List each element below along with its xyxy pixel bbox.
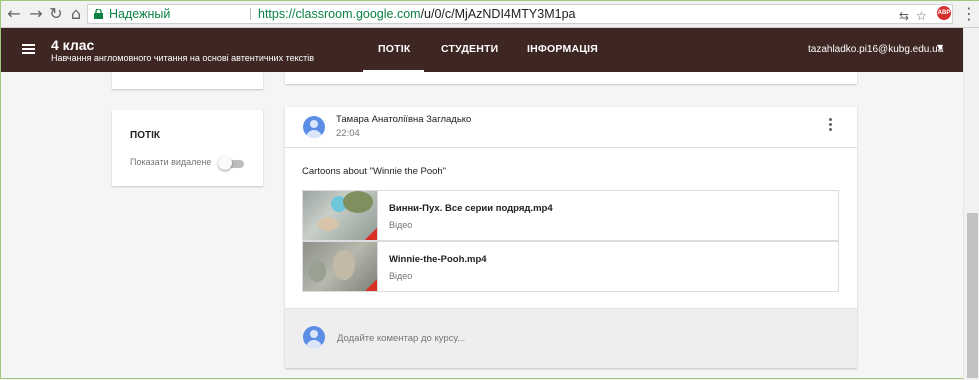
attachment-type: Відео [389,220,413,230]
class-subtitle: Навчання англомовного читання на основі … [51,53,315,63]
secure-label: Надежный [109,7,171,21]
show-deleted-toggle[interactable] [218,156,246,170]
class-comment-input[interactable]: Додайте коментар до курсу... [337,333,465,344]
address-bar[interactable]: Надежный https://classroom.google.com/u/… [87,4,953,24]
url-text[interactable]: https://classroom.google.com/u/0/c/MjAzN… [258,5,576,23]
browser-menu-icon[interactable]: ⋮ [961,5,977,23]
attachment-type: Відео [389,271,413,281]
video-badge-icon [365,279,377,291]
browser-toolbar: ← → ↻ ⌂ Надежный https://classroom.googl… [1,1,979,28]
post-author: Тамара Анатоліївна Загладько [336,114,472,125]
hamburger-menu-icon[interactable] [22,44,35,54]
omnibox-divider [250,8,251,20]
app-header: 4 клас Навчання англомовного читання на … [1,28,963,73]
bookmark-star-icon[interactable]: ☆ [916,7,927,25]
forward-icon[interactable]: → [27,5,45,23]
post-text: Cartoons about "Winnie the Pooh" [302,166,447,177]
attachment-item[interactable]: Winnie-the-Pooh.mp4 Відео [302,241,839,292]
toggle-knob [218,156,232,170]
adblock-icon[interactable]: ABP [937,6,951,20]
author-avatar [303,116,325,138]
post-divider [285,147,857,148]
browser-window: ← → ↻ ⌂ Надежный https://classroom.googl… [0,0,979,380]
home-icon[interactable]: ⌂ [67,5,85,23]
url-path: /u/0/c/MjAzNDI4MTY3M1pa [420,7,576,21]
lock-icon [94,9,103,19]
attachment-item[interactable]: Винни-Пух. Все серии подряд.mp4 Відео [302,190,839,241]
account-dropdown-icon[interactable]: ▼ [937,43,943,52]
previous-post-partial [285,72,857,84]
post-time[interactable]: 22:04 [336,128,360,139]
user-avatar [303,326,325,348]
account-email[interactable]: tazahladko.pi16@kubg.edu.ua [808,44,943,55]
tab-students[interactable]: СТУДЕНТИ [441,43,498,55]
video-thumbnail [303,242,378,291]
translate-icon[interactable]: ⇆ [899,7,909,25]
tab-about[interactable]: ІНФОРМАЦІЯ [527,43,598,55]
attachment-title: Winnie-the-Pooh.mp4 [389,254,487,265]
scrollbar-thumb[interactable] [967,213,978,378]
tab-stream[interactable]: ПОТІК [378,43,410,55]
show-deleted-label: Показати видалене [130,157,212,167]
reload-icon[interactable]: ↻ [47,5,65,23]
stream-label: ПОТІК [130,130,160,141]
back-icon[interactable]: ← [5,5,23,23]
post-menu-icon[interactable] [829,118,833,132]
attachment-title: Винни-Пух. Все серии подряд.mp4 [389,203,553,214]
post-card: Тамара Анатоліївна Загладько 22:04 Carto… [285,107,857,368]
video-thumbnail [303,191,378,240]
stream-settings-card: ПОТІК Показати видалене [112,110,263,186]
video-badge-icon [365,228,377,240]
sidebar-card-partial [112,72,263,89]
class-comment-area: Додайте коментар до курсу... [285,308,857,368]
page-scrollbar[interactable] [963,28,979,380]
class-title[interactable]: 4 клас [51,37,94,53]
url-host: https://classroom.google.com [258,7,421,21]
